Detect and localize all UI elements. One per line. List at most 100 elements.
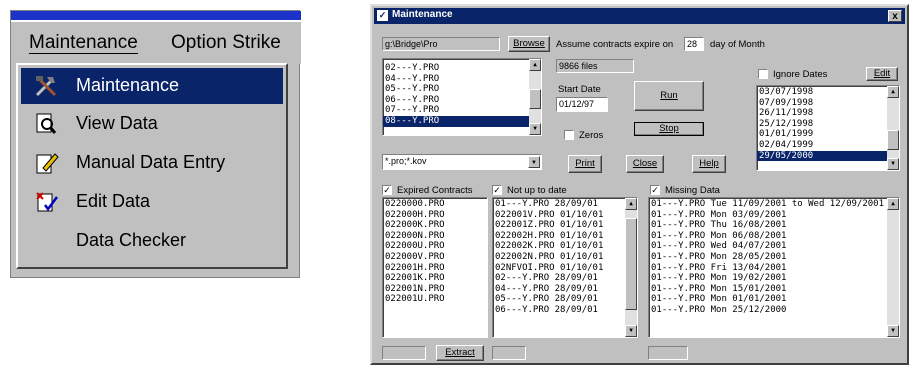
list-item[interactable]: 0220000.PRO: [383, 199, 487, 210]
list-item[interactable]: 05---Y.PRO: [383, 84, 541, 95]
list-item[interactable]: 02/04/1999: [757, 140, 899, 151]
list-item[interactable]: 01---Y.PRO Mon 25/12/2000: [649, 305, 899, 316]
list-item[interactable]: 022001Z.PRO 01/10/01: [493, 220, 637, 231]
scroll-down-icon[interactable]: ▼: [529, 123, 541, 135]
notuptodate-list[interactable]: 01---Y.PRO 28/09/01 022001V.PRO 01/10/01…: [492, 197, 638, 338]
missing-scrollbar[interactable]: ▲ ▼: [887, 198, 899, 337]
menu-item-view-data[interactable]: View Data: [21, 106, 283, 142]
file-filter-combo[interactable]: *.pro;*.kov ▼: [382, 154, 542, 170]
list-item[interactable]: 07---Y.PRO: [383, 105, 541, 116]
list-item[interactable]: 022002N.PRO 01/10/01: [493, 252, 637, 263]
list-item[interactable]: 022000U.PRO: [383, 241, 487, 252]
scroll-down-icon[interactable]: ▼: [887, 158, 899, 170]
zeros-checkbox[interactable]: [564, 130, 574, 140]
ignore-dates-list[interactable]: 03/07/1998 07/09/1998 26/11/1998 25/12/1…: [756, 85, 900, 171]
expiry-day-field[interactable]: 28: [684, 37, 704, 51]
list-item[interactable]: 01---Y.PRO Mon 03/09/2001: [649, 210, 899, 221]
list-item[interactable]: 022000K.PRO: [383, 220, 487, 231]
file-list[interactable]: 02---Y.PRO 04---Y.PRO 05---Y.PRO 06---Y.…: [382, 58, 542, 136]
list-item[interactable]: 01---Y.PRO Fri 13/04/2001: [649, 263, 899, 274]
list-item[interactable]: 022000N.PRO: [383, 231, 487, 242]
path-field[interactable]: g:\Bridge\Pro: [382, 37, 500, 51]
missing-label: Missing Data: [665, 185, 720, 196]
list-item[interactable]: 05---Y.PRO 28/09/01: [493, 294, 637, 305]
list-item[interactable]: 02---Y.PRO: [383, 63, 541, 74]
list-item[interactable]: 01---Y.PRO Mon 19/02/2001: [649, 273, 899, 284]
expired-list[interactable]: 0220000.PRO 022000H.PRO 022000K.PRO 0220…: [382, 197, 488, 338]
missing-checkbox[interactable]: ✓: [650, 185, 660, 195]
stop-button[interactable]: Stop: [634, 122, 704, 136]
list-item[interactable]: 022001N.PRO: [383, 284, 487, 295]
menu-item-manual-data-entry[interactable]: Manual Data Entry: [21, 145, 283, 181]
list-item[interactable]: 01---Y.PRO Thu 16/08/2001: [649, 220, 899, 231]
list-item[interactable]: 04---Y.PRO 28/09/01: [493, 284, 637, 295]
list-item-selected[interactable]: 08---Y.PRO: [383, 115, 541, 127]
list-item-selected[interactable]: 29/05/2000: [757, 150, 899, 162]
close-icon[interactable]: x: [888, 10, 902, 22]
list-item[interactable]: 03/07/1998: [757, 87, 899, 98]
scroll-up-icon[interactable]: ▲: [529, 59, 541, 71]
list-item[interactable]: 02NFVOI.PRO 01/10/01: [493, 263, 637, 274]
browse-button[interactable]: Browse: [508, 36, 550, 52]
dates-scrollbar[interactable]: ▲ ▼: [887, 86, 899, 170]
scroll-thumb[interactable]: [529, 89, 541, 109]
edit-button[interactable]: Edit: [866, 67, 898, 81]
list-item[interactable]: 06---Y.PRO 28/09/01: [493, 305, 637, 316]
scroll-down-icon[interactable]: ▼: [887, 325, 899, 337]
menu-item-data-checker[interactable]: Data Checker: [21, 223, 283, 259]
extract-button[interactable]: Extract: [436, 345, 484, 361]
list-item[interactable]: 01---Y.PRO 28/09/01: [493, 199, 637, 210]
notuptodate-checkbox[interactable]: ✓: [492, 185, 502, 195]
notuptodate-scrollbar[interactable]: ▲ ▼: [625, 198, 637, 337]
edit-data-icon: [33, 189, 61, 215]
list-item[interactable]: 022001H.PRO: [383, 263, 487, 274]
list-item[interactable]: 01---Y.PRO Tue 11/09/2001 to Wed 12/09/2…: [649, 199, 899, 210]
print-button[interactable]: Print: [568, 155, 602, 173]
list-item[interactable]: 01---Y.PRO Mon 06/08/2001: [649, 231, 899, 242]
list-item[interactable]: 01---Y.PRO Mon 15/01/2001: [649, 284, 899, 295]
ignore-dates-checkbox[interactable]: [758, 69, 768, 79]
run-button[interactable]: Run: [634, 81, 704, 111]
app-icon: ✓: [377, 10, 388, 21]
chevron-down-icon[interactable]: ▼: [528, 156, 540, 168]
zeros-label: Zeros: [579, 130, 604, 141]
expiry-label-prefix: Assume contracts expire on: [556, 39, 674, 50]
missing-data-list[interactable]: 01---Y.PRO Tue 11/09/2001 to Wed 12/09/2…: [648, 197, 900, 338]
menu-item-edit-data[interactable]: Edit Data: [21, 184, 283, 220]
start-date-field[interactable]: 01/12/97: [556, 97, 608, 112]
list-item[interactable]: 022000V.PRO: [383, 252, 487, 263]
list-item[interactable]: 01---Y.PRO Wed 04/07/2001: [649, 241, 899, 252]
scroll-thumb[interactable]: [625, 218, 637, 310]
list-item[interactable]: 06---Y.PRO: [383, 95, 541, 106]
list-item[interactable]: 25/12/1998: [757, 119, 899, 130]
menu-bar: Maintenance Option Strike: [11, 20, 301, 64]
list-item[interactable]: 022002H.PRO 01/10/01: [493, 231, 637, 242]
list-item[interactable]: 01---Y.PRO Mon 28/05/2001: [649, 252, 899, 263]
list-item[interactable]: 07/09/1998: [757, 98, 899, 109]
file-list-scrollbar[interactable]: ▲ ▼: [529, 59, 541, 135]
scroll-down-icon[interactable]: ▼: [625, 325, 637, 337]
help-button[interactable]: Help: [692, 155, 726, 173]
list-item[interactable]: 022001V.PRO 01/10/01: [493, 210, 637, 221]
list-item[interactable]: 022001U.PRO: [383, 294, 487, 305]
scroll-up-icon[interactable]: ▲: [625, 198, 637, 210]
list-item[interactable]: 01/01/1999: [757, 129, 899, 140]
list-item[interactable]: 04---Y.PRO: [383, 74, 541, 85]
tools-icon: [33, 73, 61, 99]
list-item[interactable]: 01---Y.PRO Mon 01/01/2001: [649, 294, 899, 305]
list-item[interactable]: 022002K.PRO 01/10/01: [493, 241, 637, 252]
scroll-thumb[interactable]: [887, 130, 899, 150]
list-item[interactable]: 02---Y.PRO 28/09/01: [493, 273, 637, 284]
menu-item-maintenance[interactable]: Maintenance: [21, 68, 283, 104]
list-item[interactable]: 26/11/1998: [757, 108, 899, 119]
list-item[interactable]: 022000H.PRO: [383, 210, 487, 221]
expired-checkbox[interactable]: ✓: [382, 185, 392, 195]
close-button[interactable]: Close: [626, 155, 664, 173]
menubar-maintenance[interactable]: Maintenance: [29, 32, 138, 54]
scroll-up-icon[interactable]: ▲: [887, 86, 899, 98]
menubar-option-strike[interactable]: Option Strike: [171, 32, 281, 54]
scroll-up-icon[interactable]: ▲: [887, 198, 899, 210]
notuptodate-label: Not up to date: [507, 185, 567, 196]
list-item[interactable]: 022001K.PRO: [383, 273, 487, 284]
maintenance-window: ✓ Maintenance x g:\Bridge\Pro Browse Ass…: [370, 4, 909, 365]
